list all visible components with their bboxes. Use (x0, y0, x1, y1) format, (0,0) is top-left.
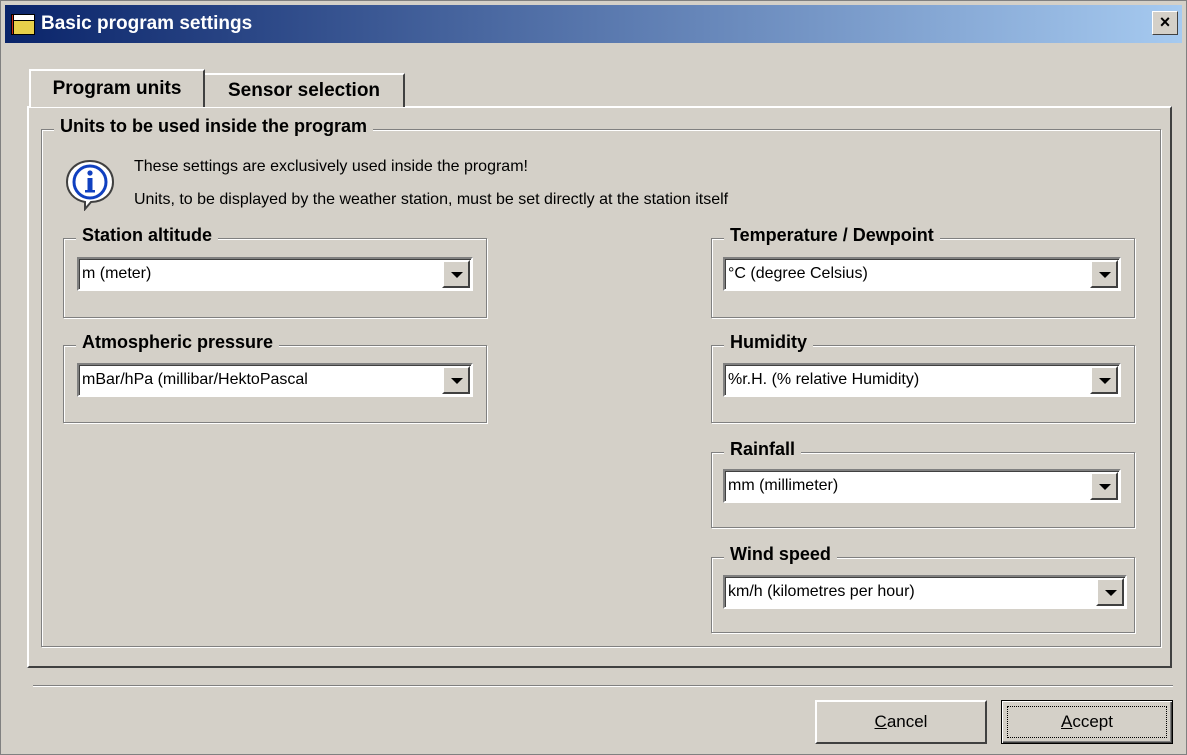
cancel-button[interactable]: Cancel (815, 700, 987, 744)
chevron-down-icon[interactable] (442, 366, 470, 394)
tab-program-units[interactable]: Program units (29, 69, 205, 107)
chevron-down-icon[interactable] (1096, 578, 1124, 606)
humidity-value: %r.H. (% relative Humidity) (728, 371, 920, 388)
chevron-down-icon[interactable] (1090, 472, 1118, 500)
wind-speed-select[interactable]: km/h (kilometres per hour) (723, 575, 1127, 609)
divider (33, 685, 1173, 687)
station-altitude-label: Station altitude (76, 225, 218, 246)
atmospheric-pressure-value: mBar/hPa (millibar/HektoPascal (82, 371, 308, 388)
info-line-1: These settings are exclusively used insi… (134, 158, 528, 175)
wind-speed-value: km/h (kilometres per hour) (728, 583, 915, 600)
window-title: Basic program settings (41, 13, 253, 34)
temperature-label: Temperature / Dewpoint (724, 225, 940, 246)
info-line-2: Units, to be displayed by the weather st… (134, 191, 729, 208)
accept-button[interactable]: Accept (1001, 700, 1173, 744)
temperature-select[interactable]: °C (degree Celsius) (723, 257, 1121, 291)
rainfall-label: Rainfall (724, 439, 802, 460)
humidity-select[interactable]: %r.H. (% relative Humidity) (723, 363, 1121, 397)
title-bar[interactable]: Basic program settings × (5, 5, 1182, 43)
chevron-down-icon[interactable] (1090, 366, 1118, 394)
atmospheric-pressure-label: Atmospheric pressure (76, 332, 280, 353)
rainfall-select[interactable]: mm (millimeter) (723, 469, 1121, 503)
settings-dialog: Basic program settings × Program units S… (0, 0, 1187, 755)
station-altitude-value: m (meter) (82, 265, 152, 282)
app-icon (11, 11, 37, 37)
atmospheric-pressure-select[interactable]: mBar/hPa (millibar/HektoPascal (77, 363, 473, 397)
wind-speed-label: Wind speed (724, 544, 837, 565)
chevron-down-icon[interactable] (442, 260, 470, 288)
cancel-hotkey: C (874, 712, 887, 731)
temperature-value: °C (degree Celsius) (728, 265, 868, 282)
station-altitude-select[interactable]: m (meter) (77, 257, 473, 291)
rainfall-value: mm (millimeter) (728, 477, 839, 494)
chevron-down-icon[interactable] (1090, 260, 1118, 288)
units-group-legend: Units to be used inside the program (54, 116, 374, 137)
humidity-label: Humidity (724, 332, 814, 353)
close-button[interactable]: × (1152, 11, 1178, 35)
tab-sensor-selection[interactable]: Sensor selection (205, 73, 405, 107)
info-icon (65, 159, 115, 211)
cancel-label: ancel (886, 712, 928, 731)
